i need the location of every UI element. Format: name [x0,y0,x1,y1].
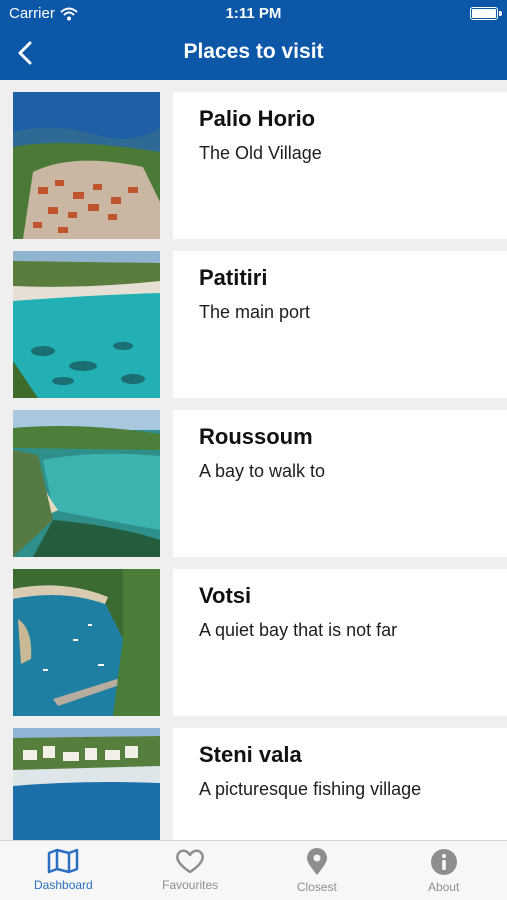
place-row-patitiri[interactable]: Patitiri The main port [0,251,507,398]
place-row-palio-horio[interactable]: Palio Horio The Old Village [0,92,507,239]
status-time: 1:11 PM [225,5,282,22]
places-list[interactable]: Palio Horio The Old Village Patitiri The… [0,80,507,840]
place-description: A quiet bay that is not far [199,620,398,640]
tab-label: About [427,880,460,894]
place-description: A bay to walk to [199,461,326,481]
place-description: The Old Village [199,143,322,163]
place-description: A picturesque fishing village [199,779,422,799]
place-name: Palio Horio [199,106,316,131]
place-card: Votsi A quiet bay that is not far [173,569,507,716]
tab-dashboard[interactable]: Dashboard [0,841,127,900]
place-card: Steni vala A picturesque fishing village [173,728,507,840]
page-title: Places to visit [183,40,324,63]
tab-label: Closest [296,880,337,894]
place-photo [13,251,160,398]
tab-label: Favourites [162,878,219,892]
place-description: The main port [199,302,311,322]
place-photo [13,728,160,840]
place-photo [13,92,160,239]
tab-bar: Dashboard Favourites Closest About [0,840,507,900]
place-name: Votsi [199,583,252,608]
place-card: Palio Horio The Old Village [173,92,507,239]
info-icon [430,849,457,875]
battery-icon [470,7,502,20]
place-photo [13,569,160,716]
place-row-steni-vala[interactable]: Steni vala A picturesque fishing village [0,728,507,840]
place-row-roussoum[interactable]: Roussoum A bay to walk to [0,410,507,557]
tab-about[interactable]: About [380,841,507,900]
status-bar: Carrier 1:11 PM [0,0,507,28]
place-name: Roussoum [199,424,313,449]
place-card: Roussoum A bay to walk to [173,410,507,557]
heart-icon [176,849,205,874]
place-photo [13,410,160,557]
map-icon [48,848,79,874]
tab-closest[interactable]: Closest [254,841,381,900]
place-name: Patitiri [199,265,268,290]
location-pin-icon [306,848,327,875]
tab-label: Dashboard [34,878,93,892]
top-bar: Carrier 1:11 PM Places to visit [0,0,507,80]
place-row-votsi[interactable]: Votsi A quiet bay that is not far [0,569,507,716]
place-name: Steni vala [199,742,302,767]
navigation-bar: Places to visit [0,28,507,80]
place-card: Patitiri The main port [173,251,507,398]
tab-favourites[interactable]: Favourites [127,841,254,900]
